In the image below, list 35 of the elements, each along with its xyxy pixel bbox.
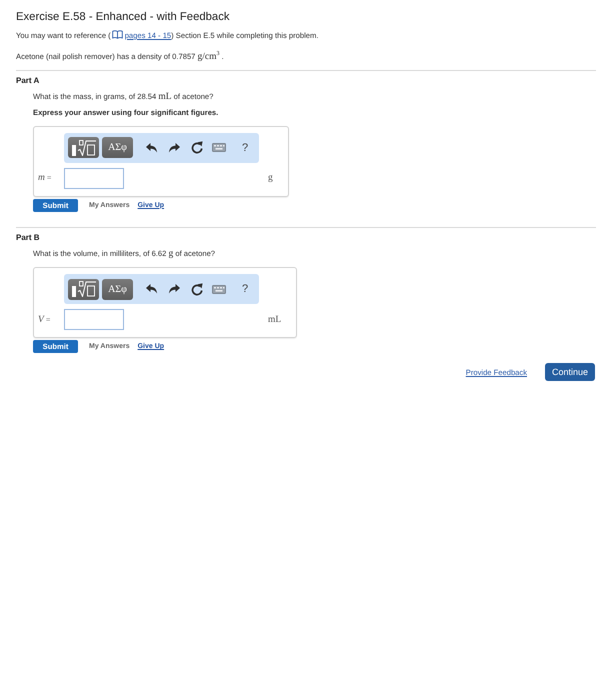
answer-field[interactable] (64, 309, 124, 330)
redo-button[interactable] (169, 142, 180, 152)
symbols-button[interactable]: ΑΣφ (102, 278, 133, 300)
unit-label: g (267, 173, 274, 183)
keyboard-button[interactable] (212, 143, 226, 152)
part-heading: Part A (16, 76, 40, 86)
reset-icon (191, 282, 203, 296)
root-template-icon (72, 281, 96, 297)
continue-button[interactable]: Continue (545, 363, 595, 381)
variable-label: m = (37, 173, 52, 183)
exercise-title: Exercise E.58 - Enhanced - with Feedback (16, 10, 230, 24)
part-heading: Part B (16, 232, 41, 242)
book-icon (112, 30, 123, 39)
redo-icon (169, 142, 180, 152)
undo-button[interactable] (146, 284, 157, 294)
undo-icon (146, 284, 157, 294)
templates-button[interactable] (68, 137, 99, 158)
templates-button[interactable] (68, 278, 99, 300)
keyboard-icon (212, 143, 226, 152)
redo-button[interactable] (169, 284, 180, 294)
root-template-icon (72, 140, 96, 156)
reset-button[interactable] (191, 141, 203, 154)
keyboard-button[interactable] (212, 284, 226, 294)
reset-button[interactable] (191, 282, 203, 296)
help-button[interactable]: ? (242, 283, 248, 295)
answer-field[interactable] (64, 168, 124, 188)
redo-icon (169, 284, 180, 294)
symbols-button[interactable]: ΑΣφ (102, 137, 133, 158)
undo-icon (146, 142, 157, 152)
keyboard-icon (212, 284, 226, 294)
help-button[interactable]: ? (242, 142, 248, 154)
unit-label: mL (267, 314, 282, 324)
undo-button[interactable] (146, 142, 157, 152)
reset-icon (191, 141, 203, 154)
variable-label: V = (37, 314, 50, 324)
